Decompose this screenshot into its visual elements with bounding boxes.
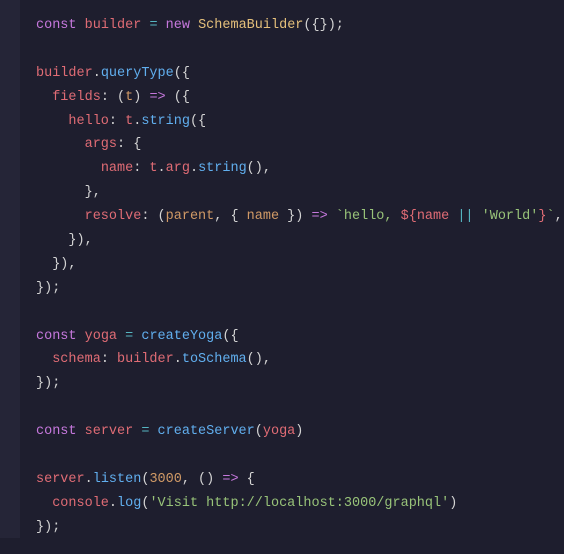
code-line: }); [36,376,60,391]
code-line: resolve: (parent, { name }) => `hello, $… [36,209,563,224]
code-line: args: { [36,137,141,152]
code-line: name: t.arg.string(), [36,161,271,176]
code-line: fields: (t) => ({ [36,90,190,105]
code-line: }); [36,281,60,296]
code-line: schema: builder.toSchema(), [36,352,271,367]
code-line: console.log('Visit http://localhost:3000… [36,496,457,511]
code-line: const server = createServer(yoga) [36,424,303,439]
code-line: hello: t.string({ [36,114,206,129]
code-line: }), [36,257,77,272]
code-line: }, [36,185,101,200]
code-line: const builder = new SchemaBuilder({}); [36,18,344,33]
code-line: }); [36,520,60,535]
code-line: server.listen(3000, () => { [36,472,255,487]
code-block: const builder = new SchemaBuilder({}); b… [0,0,564,554]
code-line: const yoga = createYoga({ [36,329,239,344]
code-line: builder.queryType({ [36,66,190,81]
line-gutter [0,0,20,538]
code-line: }), [36,233,93,248]
